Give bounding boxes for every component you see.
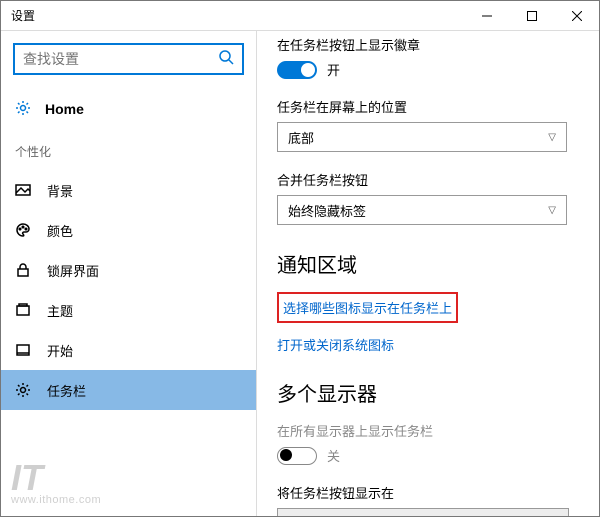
palette-icon [15, 222, 31, 238]
setting-label: 在所有显示器上显示任务栏 [277, 421, 579, 440]
lock-icon [15, 262, 31, 278]
chevron-down-icon: ▽ [548, 132, 556, 143]
setting-label: 任务栏在屏幕上的位置 [277, 97, 579, 116]
sidebar-item-lockscreen[interactable]: 锁屏界面 [1, 250, 256, 290]
gear-icon [15, 382, 31, 398]
titlebar: 设置 [1, 1, 599, 31]
toggle-state-text: 开 [327, 60, 340, 79]
setting-label: 将任务栏按钮显示在 [277, 483, 579, 502]
section-heading-multimonitor: 多个显示器 [277, 378, 579, 407]
sidebar-item-label: 锁屏界面 [47, 261, 99, 280]
link-system-icons[interactable]: 打开或关闭系统图标 [277, 335, 579, 354]
settings-window: 设置 Home [0, 0, 600, 517]
themes-icon [15, 302, 31, 318]
sidebar-item-start[interactable]: 开始 [1, 330, 256, 370]
close-button[interactable] [554, 1, 599, 30]
sidebar-item-label: 开始 [47, 341, 73, 360]
setting-combine-buttons: 合并任务栏按钮 始终隐藏标签 ▽ [277, 170, 579, 225]
picture-icon [15, 182, 31, 198]
maximize-button[interactable] [509, 1, 554, 30]
sidebar-item-taskbar[interactable]: 任务栏 [1, 370, 256, 410]
home-row[interactable]: Home [1, 89, 256, 129]
combo-value: 所有任务栏 [288, 514, 353, 517]
search-input[interactable] [23, 51, 218, 67]
setting-label: 合并任务栏按钮 [277, 170, 579, 189]
combo-value: 始终隐藏标签 [288, 201, 366, 220]
setting-multi-toggle: 在所有显示器上显示任务栏 关 [277, 421, 579, 465]
home-label: Home [45, 101, 84, 117]
start-icon [15, 342, 31, 358]
setting-multi-combo: 将任务栏按钮显示在 所有任务栏 [277, 483, 579, 516]
minimize-button[interactable] [464, 1, 509, 30]
sidebar-item-label: 任务栏 [47, 381, 86, 400]
setting-taskbar-position: 任务栏在屏幕上的位置 底部 ▽ [277, 97, 579, 152]
sidebar-item-themes[interactable]: 主题 [1, 290, 256, 330]
toggle-multi-display[interactable] [277, 447, 317, 465]
combo-multi-display: 所有任务栏 [277, 508, 569, 516]
sidebar-section-label: 个性化 [1, 129, 256, 170]
sidebar-item-label: 主题 [47, 301, 73, 320]
window-controls [464, 1, 599, 30]
sidebar-item-label: 背景 [47, 181, 73, 200]
window-body: Home 个性化 背景 颜色 锁屏界面 [1, 31, 599, 516]
combo-taskbar-position[interactable]: 底部 ▽ [277, 122, 567, 152]
setting-label: 在任务栏按钮上显示徽章 [277, 35, 579, 54]
content-pane: 在任务栏按钮上显示徽章 开 任务栏在屏幕上的位置 底部 ▽ 合并任务栏按钮 始终… [257, 31, 599, 516]
combo-combine-buttons[interactable]: 始终隐藏标签 ▽ [277, 195, 567, 225]
chevron-down-icon: ▽ [548, 205, 556, 216]
sidebar-item-label: 颜色 [47, 221, 73, 240]
sidebar-item-background[interactable]: 背景 [1, 170, 256, 210]
toggle-badges[interactable] [277, 61, 317, 79]
section-heading-notification: 通知区域 [277, 249, 579, 278]
search-icon [218, 49, 234, 70]
sidebar-item-colors[interactable]: 颜色 [1, 210, 256, 250]
sidebar: Home 个性化 背景 颜色 锁屏界面 [1, 31, 257, 516]
gear-icon [15, 100, 31, 119]
window-title: 设置 [11, 7, 464, 24]
link-select-taskbar-icons[interactable]: 选择哪些图标显示在任务栏上 [277, 292, 458, 323]
combo-value: 底部 [288, 128, 314, 147]
search-box[interactable] [13, 43, 244, 75]
setting-show-badges: 在任务栏按钮上显示徽章 开 [277, 35, 579, 79]
toggle-state-text: 关 [327, 446, 340, 465]
